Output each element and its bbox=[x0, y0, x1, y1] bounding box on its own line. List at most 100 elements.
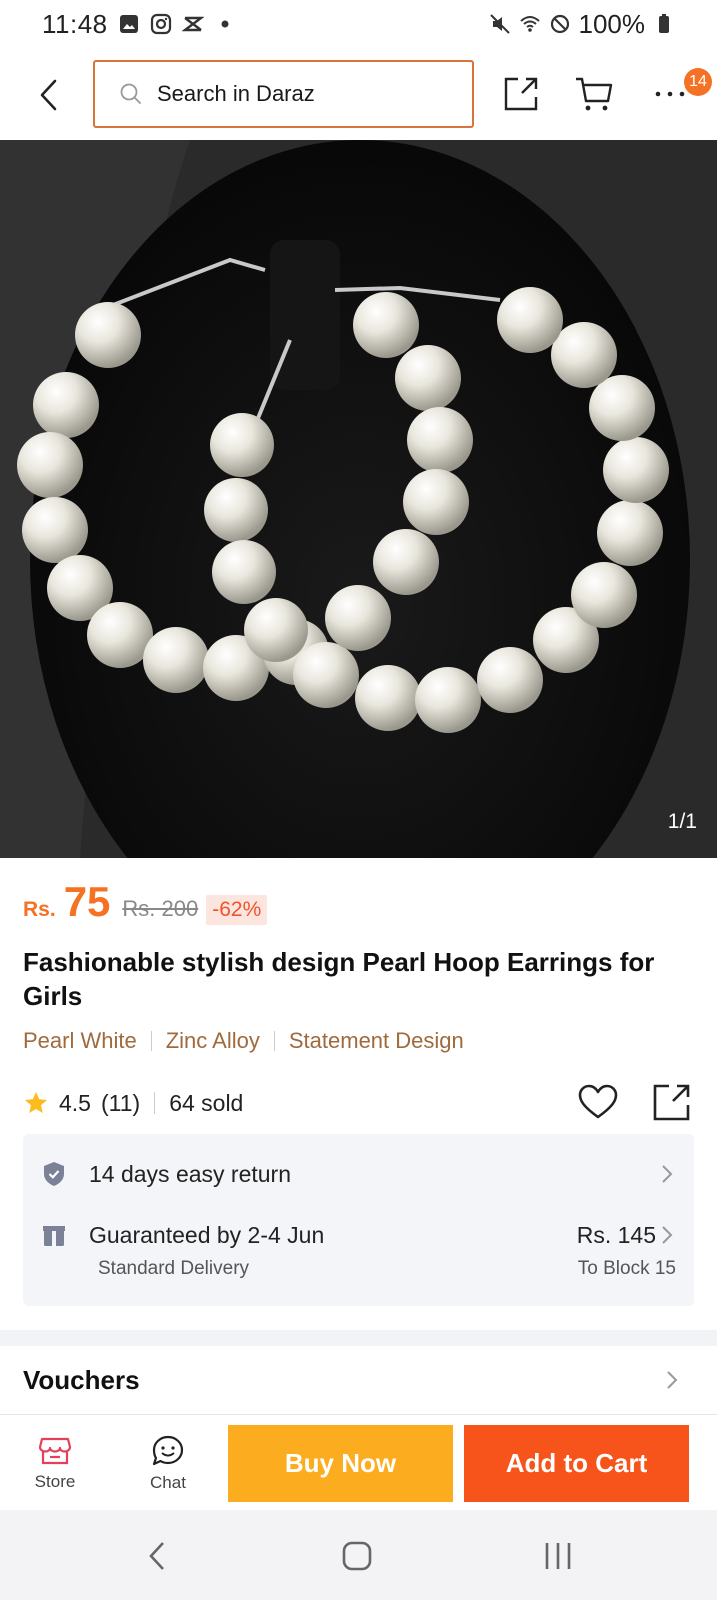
status-left: 11:48 bbox=[42, 9, 236, 40]
battery-icon bbox=[659, 14, 669, 33]
image-counter: 1/1 bbox=[667, 810, 697, 833]
chevron-right-icon bbox=[662, 1165, 673, 1183]
delivery-fee: Rs. 145 bbox=[576, 1222, 656, 1248]
pearl-bead bbox=[212, 540, 276, 604]
do-not-disturb-icon bbox=[550, 14, 569, 34]
wifi-icon bbox=[519, 16, 540, 32]
pearl-bead bbox=[293, 642, 359, 708]
recents-icon bbox=[545, 1543, 571, 1569]
current-price: 75 bbox=[63, 878, 111, 925]
bottom-action-bar: Store Chat Buy Now Add to Cart bbox=[0, 1414, 717, 1510]
system-navigation-bar bbox=[0, 1510, 717, 1600]
system-recents-button[interactable] bbox=[528, 1534, 588, 1578]
search-input[interactable]: Search in Daraz bbox=[93, 60, 474, 128]
notification-badge: 14 bbox=[684, 68, 712, 96]
chevron-right-icon bbox=[662, 1226, 673, 1244]
pearl-bead bbox=[143, 627, 209, 693]
pearl-bead bbox=[22, 497, 88, 563]
delivery-box-icon bbox=[43, 1226, 65, 1246]
easy-return-row[interactable]: 14 days easy return bbox=[23, 1152, 694, 1196]
pearl-bead bbox=[589, 375, 655, 441]
buy-now-button[interactable]: Buy Now bbox=[228, 1425, 453, 1502]
pearl-bead bbox=[477, 647, 543, 713]
store-label: Store bbox=[34, 1472, 76, 1491]
back-button[interactable] bbox=[28, 70, 68, 120]
pearl-bead bbox=[33, 372, 99, 438]
rating-divider bbox=[154, 1092, 156, 1114]
gallery-notification-icon bbox=[119, 15, 138, 33]
capcut-notification-icon bbox=[181, 16, 204, 32]
pearl-bead bbox=[415, 667, 481, 733]
pearl-bead bbox=[407, 407, 473, 473]
system-home-button[interactable] bbox=[327, 1534, 387, 1578]
pearl-bead bbox=[551, 322, 617, 388]
pearl-bead bbox=[204, 478, 268, 542]
chat-button[interactable]: Chat bbox=[128, 1425, 208, 1503]
pearl-bead bbox=[395, 345, 461, 411]
shield-check-icon bbox=[44, 1162, 64, 1186]
price-currency: Rs. bbox=[23, 898, 56, 921]
vouchers-row[interactable]: Vouchers bbox=[0, 1346, 717, 1414]
battery-percent: 100% bbox=[578, 8, 646, 39]
original-price: Rs. 200 bbox=[122, 896, 199, 921]
section-divider bbox=[0, 1330, 717, 1346]
easy-return-text: 14 days easy return bbox=[89, 1160, 292, 1187]
chat-label: Chat bbox=[150, 1473, 186, 1492]
top-navigation: Search in Daraz 14 bbox=[0, 52, 717, 140]
delivery-row[interactable]: Guaranteed by 2-4 Jun Standard Delivery … bbox=[23, 1222, 694, 1292]
pearl-bead bbox=[244, 598, 308, 662]
tag-divider bbox=[150, 1031, 152, 1051]
store-button[interactable]: Store bbox=[15, 1425, 95, 1503]
share-icon bbox=[653, 1084, 690, 1121]
pearl-bead bbox=[325, 585, 391, 651]
home-square-icon bbox=[342, 1541, 372, 1571]
pearl-bead bbox=[17, 432, 83, 498]
system-back-button[interactable] bbox=[127, 1534, 187, 1578]
chat-icon bbox=[152, 1435, 184, 1466]
tag-zinc-alloy[interactable]: Zinc Alloy bbox=[166, 1028, 260, 1054]
share-button[interactable] bbox=[649, 1079, 695, 1125]
cart-button[interactable] bbox=[570, 70, 618, 118]
star-icon bbox=[25, 1092, 47, 1113]
sold-count: 64 sold bbox=[169, 1089, 244, 1116]
wishlist-button[interactable] bbox=[575, 1079, 621, 1125]
pearl-bead bbox=[353, 292, 419, 358]
service-info-card: 14 days easy return Guaranteed by 2-4 Ju… bbox=[23, 1134, 694, 1306]
more-notifications-dot-icon bbox=[221, 20, 229, 28]
delivery-type: Standard Delivery bbox=[98, 1258, 250, 1279]
pearl-bead bbox=[210, 413, 274, 477]
chevron-left-icon bbox=[149, 1542, 164, 1570]
instagram-notification-icon bbox=[150, 13, 171, 35]
heart-icon bbox=[578, 1084, 618, 1119]
add-to-cart-button[interactable]: Add to Cart bbox=[464, 1425, 689, 1502]
pearl-earrings-image bbox=[0, 140, 717, 858]
rating-count[interactable]: (11) bbox=[101, 1090, 140, 1117]
pearl-bead bbox=[403, 469, 469, 535]
pearl-bead bbox=[603, 437, 669, 503]
pearl-bead bbox=[597, 500, 663, 566]
status-right: 100% bbox=[489, 9, 676, 40]
cart-icon bbox=[576, 77, 613, 111]
share-button-top[interactable] bbox=[497, 70, 545, 118]
search-placeholder: Search in Daraz bbox=[157, 81, 315, 106]
rating-value[interactable]: 4.5 bbox=[59, 1090, 91, 1117]
vouchers-title: Vouchers bbox=[23, 1364, 140, 1395]
more-horizontal-icon bbox=[655, 91, 685, 97]
tag-statement-design[interactable]: Statement Design bbox=[289, 1028, 464, 1054]
store-icon bbox=[38, 1437, 72, 1465]
pearl-bead bbox=[355, 665, 421, 731]
delivery-guarantee-text: Guaranteed by 2-4 Jun bbox=[89, 1222, 325, 1248]
rating-row: 4.5 (11) 64 sold bbox=[23, 1083, 693, 1123]
delivery-destination: To Block 15 bbox=[577, 1258, 676, 1279]
product-image-gallery[interactable]: 1/1 bbox=[0, 140, 717, 858]
share-icon bbox=[504, 77, 538, 111]
mute-icon bbox=[489, 14, 510, 34]
pearl-bead bbox=[497, 287, 563, 353]
product-tags: Pearl White Zinc Alloy Statement Design bbox=[23, 1028, 464, 1054]
tag-pearl-white[interactable]: Pearl White bbox=[23, 1028, 137, 1054]
status-bar: 11:48 100% bbox=[0, 0, 717, 48]
status-time: 11:48 bbox=[42, 8, 108, 39]
pearl-bead bbox=[373, 529, 439, 595]
price-row: Rs. 75 Rs. 200 -62% bbox=[23, 878, 268, 926]
discount-badge: -62% bbox=[206, 895, 268, 925]
